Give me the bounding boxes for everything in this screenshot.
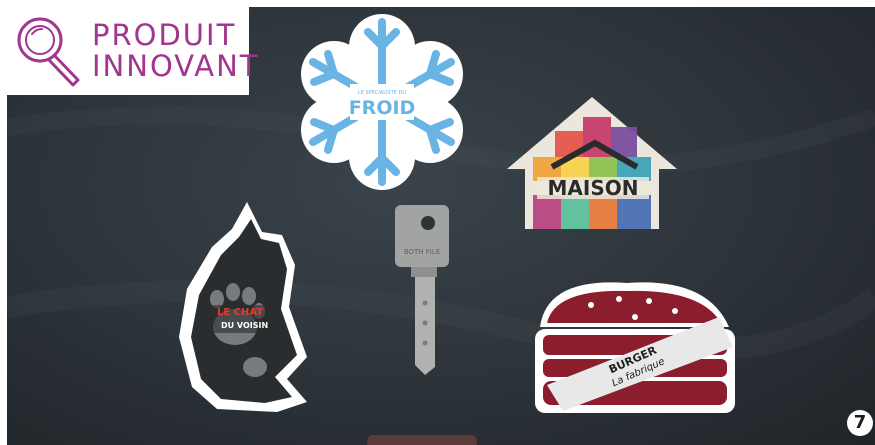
page-number-badge: 7 — [847, 410, 873, 436]
key: BOTH FILE — [395, 205, 449, 375]
badge-text: PRODUIT INNOVANT — [92, 20, 260, 82]
house-brand: MAISON — [548, 176, 639, 200]
snowflake-tagline: LE SPÉCIALISTE DU — [358, 88, 406, 96]
badge-line2: INNOVANT — [92, 49, 260, 83]
badge-line1: PRODUIT — [92, 18, 237, 52]
key-engraving: BOTH FILE — [404, 248, 440, 256]
cat-brand-line2: DU VOISIN — [221, 321, 268, 330]
snowflake-magnet: LE SPÉCIALISTE DU FROID — [301, 14, 463, 190]
partial-object — [367, 435, 477, 445]
produit-innovant-badge: PRODUIT INNOVANT — [0, 0, 258, 95]
snowflake-brand: FROID — [349, 97, 416, 119]
magnifier-icon — [17, 17, 80, 87]
cat-magnet: LE CHAT DU VOISIN — [179, 202, 307, 412]
house-magnet: MAISON — [507, 97, 677, 229]
cat-brand-line1: LE CHAT — [217, 307, 263, 318]
burger-magnet: BURGER La fabrique — [535, 282, 735, 413]
